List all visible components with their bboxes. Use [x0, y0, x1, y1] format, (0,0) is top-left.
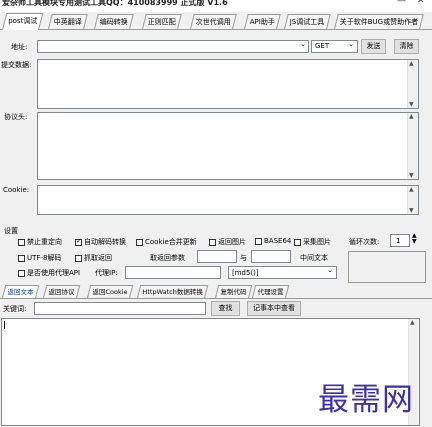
tab-api-helper[interactable]: API助手 — [244, 14, 281, 29]
text-caret — [4, 321, 5, 329]
checkbox-box[interactable] — [75, 237, 82, 246]
window-title: 爱杂师工具模块专用测试工具QQ：410083999 正式版 V1.6 — [2, 0, 228, 7]
title-bar: 爱杂师工具模块专用测试工具QQ：410083999 正式版 V1.6 — ✕ — [0, 0, 432, 12]
watermark-logo: 最需网 — [318, 382, 414, 418]
notepad-view-button[interactable]: 记事本中查看 — [247, 301, 301, 316]
no-redirect-checkbox[interactable]: 禁止重定向 — [18, 237, 62, 247]
settings-label: 设置 — [4, 227, 18, 235]
middle-text-label: 中间文本 — [300, 254, 328, 262]
scrollbar[interactable]: ▲ ▼ — [407, 60, 418, 108]
tab-return-text[interactable]: 返回文本 — [2, 285, 40, 298]
main-tab-strip: post调试 中英翻译 编码转换 正则匹配 次世代调用 API助手 JS调试工具… — [0, 12, 432, 30]
image-preview-box — [348, 251, 426, 283]
scroll-up-icon[interactable]: ▲ — [409, 113, 414, 120]
result-tab-strip: 返回文本 返回协议 返回Cookie HttpWatch数据转换 复制代码 代理… — [0, 285, 432, 299]
chevron-down-icon[interactable]: ⌄ — [348, 40, 354, 48]
scroll-up-icon[interactable]: ▲ — [409, 186, 414, 193]
tab-encoding[interactable]: 编码转换 — [94, 14, 134, 29]
return-image-checkbox[interactable]: 返回图片 — [209, 237, 246, 247]
cookie-merge-checkbox[interactable]: Cookie合并更新 — [136, 237, 197, 247]
checkbox-box[interactable] — [209, 238, 216, 246]
scroll-up-icon[interactable]: ▲ — [409, 60, 414, 67]
tab-httpwatch[interactable]: HttpWatch数据转换 — [137, 285, 209, 298]
scrollbar[interactable]: ▲ ▼ — [407, 113, 418, 179]
tab-translate[interactable]: 中英翻译 — [48, 14, 88, 29]
method-value: GET — [315, 42, 330, 50]
keyword-input[interactable] — [34, 302, 206, 315]
tab-return-protocol[interactable]: 返回协议 — [43, 285, 81, 298]
find-button[interactable]: 查找 — [211, 301, 240, 316]
scroll-down-icon[interactable]: ▼ — [409, 207, 414, 214]
checkbox-box[interactable] — [294, 238, 301, 246]
close-icon[interactable]: ✕ — [417, 0, 425, 6]
tab-copy-code[interactable]: 复制代码 — [215, 285, 253, 298]
checkbox-box[interactable] — [75, 254, 82, 262]
tab-post-debug[interactable]: post调试 — [2, 13, 44, 30]
loop-count-value: 1 — [396, 237, 401, 245]
chevron-down-icon[interactable]: ⌄ — [300, 40, 306, 48]
keyword-label: 关键词: — [3, 305, 27, 313]
algorithm-value: [md5()] — [232, 269, 259, 277]
scroll-down-icon[interactable]: ▼ — [409, 172, 414, 179]
tab-generation-call[interactable]: 次世代调用 — [190, 14, 237, 29]
tab-regex[interactable]: 正则匹配 — [142, 14, 182, 29]
scroll-up-icon[interactable]: ▲ — [410, 319, 415, 326]
spinner-icon[interactable]: ▲ ▼ — [412, 233, 417, 245]
tab-return-cookie[interactable]: 返回Cookie — [87, 285, 134, 298]
loop-count-label: 循环次数: — [349, 238, 380, 246]
scrollbar[interactable]: ▲ ▼ — [407, 186, 418, 214]
algorithm-select[interactable]: [md5()] ⌄ — [228, 266, 337, 279]
with-label: 与 — [240, 254, 247, 262]
param-end-input[interactable] — [251, 250, 291, 263]
tab-js-debug[interactable]: JS调试工具 — [284, 14, 331, 29]
address-label: 地址: — [11, 43, 28, 51]
headers-textarea[interactable]: ▲ ▼ — [37, 112, 419, 180]
cookie-textarea[interactable]: ▲ ▼ — [37, 185, 419, 215]
proxy-ip-label: 代理IP: — [95, 269, 118, 277]
loop-count-input[interactable]: 1 — [390, 234, 410, 247]
send-button[interactable]: 发送 — [361, 39, 386, 54]
auto-decode-checkbox[interactable]: 自动解码转换 — [75, 237, 126, 247]
param-start-input[interactable] — [197, 250, 237, 263]
headers-label: 协议头: — [4, 113, 28, 121]
chevron-down-icon[interactable]: ⌄ — [327, 266, 333, 274]
submit-data-label: 提交数据: — [1, 61, 32, 69]
clear-button[interactable]: 清除 — [394, 39, 419, 54]
checkbox-box[interactable] — [18, 238, 25, 246]
checkbox-box[interactable] — [18, 254, 25, 262]
address-input[interactable]: ⌄ — [37, 40, 309, 53]
tab-about[interactable]: 关于软件BUG或赞助作者 — [334, 14, 425, 29]
checkbox-box[interactable] — [136, 238, 143, 246]
tab-proxy-settings[interactable]: 代理设置 — [252, 285, 290, 298]
method-select[interactable]: GET ⌄ — [311, 40, 358, 53]
scroll-down-icon[interactable]: ▼ — [409, 101, 414, 108]
proxy-ip-input[interactable] — [125, 266, 221, 279]
checkbox-box[interactable] — [18, 269, 25, 277]
checkbox-box[interactable] — [255, 237, 262, 245]
take-param-label: 取返回参数 — [150, 254, 185, 262]
collect-image-checkbox[interactable]: 采集图片 — [294, 237, 331, 247]
minimize-icon[interactable]: — — [397, 0, 406, 6]
cookie-label: Cookie: — [3, 186, 30, 194]
base64-checkbox[interactable]: BASE64 — [255, 237, 291, 245]
submit-data-textarea[interactable]: ▲ ▼ — [37, 59, 419, 109]
utf8-decode-checkbox[interactable]: UTF-8解码 — [18, 253, 61, 263]
fetch-return-checkbox[interactable]: 抓取返回 — [75, 253, 112, 263]
use-proxy-checkbox[interactable]: 是否使用代理API — [18, 268, 80, 278]
